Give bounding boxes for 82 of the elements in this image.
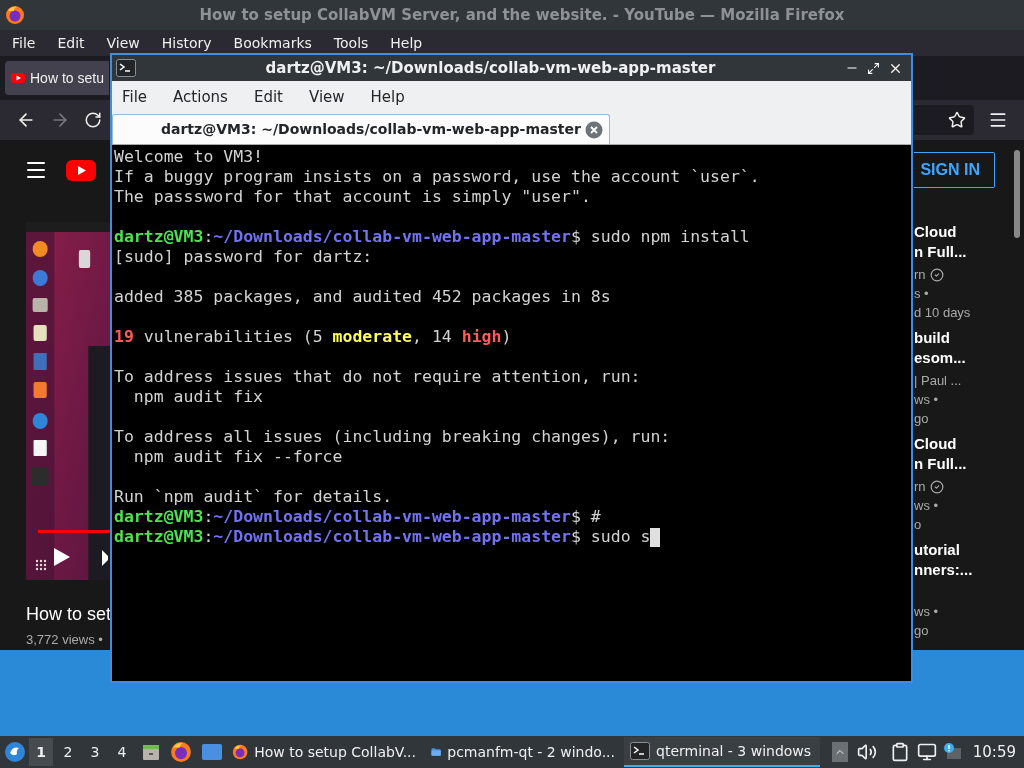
terminal-line: added 385 packages, and audited 452 packages in 8s — [114, 285, 611, 308]
video-title: How to set — [26, 603, 112, 626]
video-title[interactable]: build — [914, 328, 973, 348]
menu-item[interactable]: Edit — [57, 32, 85, 54]
terminal-line: npm audit fix --force — [132, 445, 343, 468]
play-icon[interactable] — [102, 550, 108, 566]
terminal-line: If a buggy program insists on a password, use the account `user`. — [114, 165, 760, 188]
scrollbar[interactable] — [1014, 150, 1020, 238]
terminal-line: dartz@VM3:~/Downloads/collab-vm-web-app-master$ sudo s — [114, 525, 651, 548]
terminal-line: To address all issues (including breaking changes), run: — [114, 425, 671, 448]
workspace-button[interactable]: 1 — [29, 738, 53, 766]
task-button[interactable]: qterminal - 3 windows — [624, 737, 820, 767]
workspace-button[interactable]: 3 — [83, 738, 107, 766]
menu-item[interactable]: Bookmarks — [233, 32, 312, 54]
channel-name: rn — [914, 265, 926, 284]
view-count: 3,772 views • — [26, 631, 103, 649]
network-icon[interactable] — [916, 742, 937, 762]
firefox-icon — [232, 742, 249, 762]
terminal-line: dartz@VM3:~/Downloads/collab-vm-web-app-master$ # — [114, 505, 601, 528]
url-bar[interactable] — [914, 105, 974, 135]
dots-icon — [35, 559, 47, 571]
upload-age: o — [914, 516, 923, 534]
terminal-line: The passsword for that account is simply "user". — [114, 185, 591, 208]
workspace-button[interactable]: 4 — [110, 738, 134, 766]
video-title[interactable]: nners:... — [914, 560, 973, 580]
terminal-line: Welcome to VM3! — [114, 145, 263, 168]
browser-tab[interactable]: How to setu — [5, 61, 109, 95]
firefox-icon[interactable] — [170, 741, 192, 763]
window-title: How to setup CollabVM Server, and the website. - YouTube — Mozilla Firefox — [198, 4, 846, 26]
window-title: dartz@VM3: ~/Downloads/collab-vm-web-app-master — [264, 57, 717, 79]
channel-name: | Paul ... — [914, 371, 962, 390]
terminal-line: Run `npm audit` for details. — [114, 485, 393, 508]
channel-name: rn — [914, 477, 926, 496]
terminal-line: To address issues that do not require attention, run: — [114, 365, 641, 388]
upload-age: go — [914, 622, 930, 640]
video-title[interactable]: utorial — [914, 540, 973, 560]
terminal-line: [sudo] password for dartz: — [114, 245, 373, 268]
volume-icon[interactable] — [856, 742, 877, 762]
file-cabinet-icon[interactable] — [141, 742, 161, 762]
view-count: ws • — [914, 603, 940, 621]
terminal-line: npm audit fix — [132, 385, 263, 408]
workspace-button[interactable]: 2 — [56, 738, 80, 766]
video-logo-icon — [11, 73, 25, 83]
clock[interactable]: 10:59 — [972, 740, 1016, 764]
task-button[interactable]: How to setup CollabV... — [226, 737, 422, 767]
menu-item[interactable]: View — [106, 32, 140, 54]
menu-item[interactable]: File — [12, 32, 36, 54]
view-count: ws • — [914, 497, 940, 515]
view-count: s • — [914, 285, 930, 303]
tray-expander[interactable] — [831, 742, 848, 762]
reload-icon[interactable] — [84, 111, 102, 129]
upload-age: d 10 days — [914, 304, 972, 322]
menu-item[interactable]: Tools — [333, 32, 369, 54]
video-title[interactable]: n Full... — [914, 454, 973, 474]
menu-item[interactable]: Actions — [173, 85, 228, 109]
desktop-icon[interactable] — [201, 743, 223, 761]
task-button[interactable]: pcmanfm-qt - 2 windo... — [425, 737, 621, 767]
menu-icon[interactable] — [988, 110, 1008, 130]
bookmark-star-icon[interactable] — [948, 111, 966, 129]
maximize-icon[interactable] — [867, 61, 880, 75]
video-title[interactable]: n Full... — [914, 242, 973, 262]
video-title[interactable]: esom... — [914, 348, 973, 368]
video-title[interactable]: Cloud — [914, 434, 973, 454]
sign-in-button[interactable]: SIGN IN — [914, 152, 995, 188]
terminal-icon — [630, 742, 650, 760]
video-title[interactable]: Cloud — [914, 222, 973, 242]
menu-item[interactable]: View — [308, 85, 345, 109]
menu-item[interactable]: File — [122, 85, 148, 109]
notification-icon[interactable] — [941, 742, 962, 762]
terminal-icon — [116, 59, 136, 77]
terminal-tab[interactable]: dartz@VM3: ~/Downloads/collab-vm-web-app-master — [112, 114, 610, 144]
terminal-line: dartz@VM3:~/Downloads/collab-vm-web-app-master$ sudo npm install — [114, 225, 750, 248]
terminal-line: 19 vulnerabilities (5 moderate, 14 high) — [114, 325, 512, 348]
menu-item[interactable]: Help — [390, 32, 423, 54]
video-logo-icon — [66, 159, 96, 181]
start-menu-icon[interactable] — [4, 741, 26, 763]
firefox-logo-icon — [5, 5, 25, 25]
menu-item[interactable]: History — [161, 32, 212, 54]
menu-item[interactable]: Help — [370, 85, 405, 109]
view-count: ws • — [914, 391, 940, 409]
upload-age: go — [914, 410, 930, 428]
menu-item[interactable]: Edit — [253, 85, 283, 109]
